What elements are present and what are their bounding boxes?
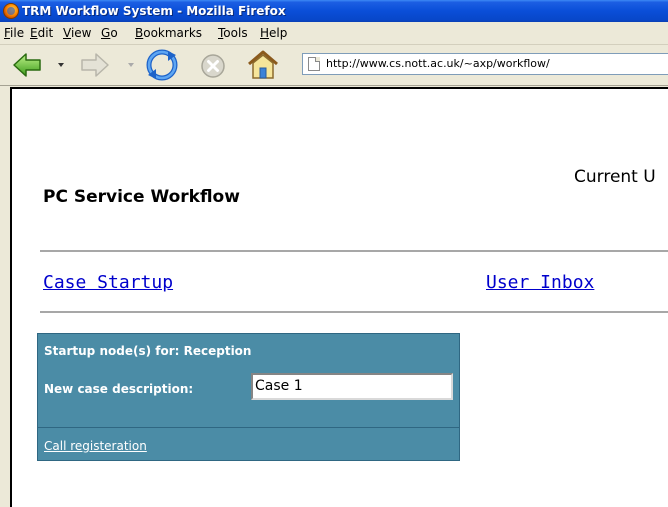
reload-icon[interactable] (146, 49, 178, 81)
case-description-input[interactable]: Case 1 (251, 373, 453, 400)
url-text[interactable]: http://www.cs.nott.ac.uk/~axp/workflow/ (326, 54, 550, 74)
back-arrow-icon[interactable] (12, 51, 48, 79)
window-title: TRM Workflow System - Mozilla Firefox (22, 4, 286, 18)
menu-help[interactable]: Help (260, 22, 287, 44)
content-area: PC Service Workflow Current U Case Start… (10, 87, 668, 507)
forward-dropdown-icon[interactable] (126, 57, 136, 73)
user-inbox-link[interactable]: User Inbox (486, 272, 594, 293)
menu-bar: File Edit View Go Bookmarks Tools Help (0, 22, 668, 45)
forward-arrow-icon[interactable] (78, 51, 112, 79)
case-startup-link[interactable]: Case Startup (43, 272, 173, 293)
stop-icon[interactable] (200, 53, 226, 79)
divider-bottom (40, 311, 668, 313)
menu-view[interactable]: View (63, 22, 91, 44)
address-bar[interactable]: http://www.cs.nott.ac.uk/~axp/workflow/ (302, 53, 668, 75)
menu-file[interactable]: File (4, 22, 24, 44)
menu-go[interactable]: Go (101, 22, 118, 44)
menu-bookmarks[interactable]: Bookmarks (135, 22, 202, 44)
divider-top (40, 250, 668, 252)
home-icon[interactable] (246, 49, 280, 81)
navigation-toolbar: http://www.cs.nott.ac.uk/~axp/workflow/ (0, 45, 668, 86)
panel-divider (38, 427, 459, 428)
startup-panel: Startup node(s) for: Reception New case … (37, 333, 460, 461)
startup-heading: Startup node(s) for: Reception (44, 344, 252, 358)
page-title: PC Service Workflow (43, 187, 240, 207)
menu-edit[interactable]: Edit (30, 22, 53, 44)
call-registration-link[interactable]: Call registeration (44, 439, 147, 453)
menu-tools[interactable]: Tools (218, 22, 248, 44)
window-titlebar: TRM Workflow System - Mozilla Firefox (0, 0, 668, 22)
back-dropdown-icon[interactable] (56, 57, 66, 73)
current-user-label: Current U (574, 167, 656, 187)
firefox-logo-icon (3, 3, 19, 19)
page-icon (308, 57, 320, 71)
case-description-label: New case description: (44, 382, 194, 396)
